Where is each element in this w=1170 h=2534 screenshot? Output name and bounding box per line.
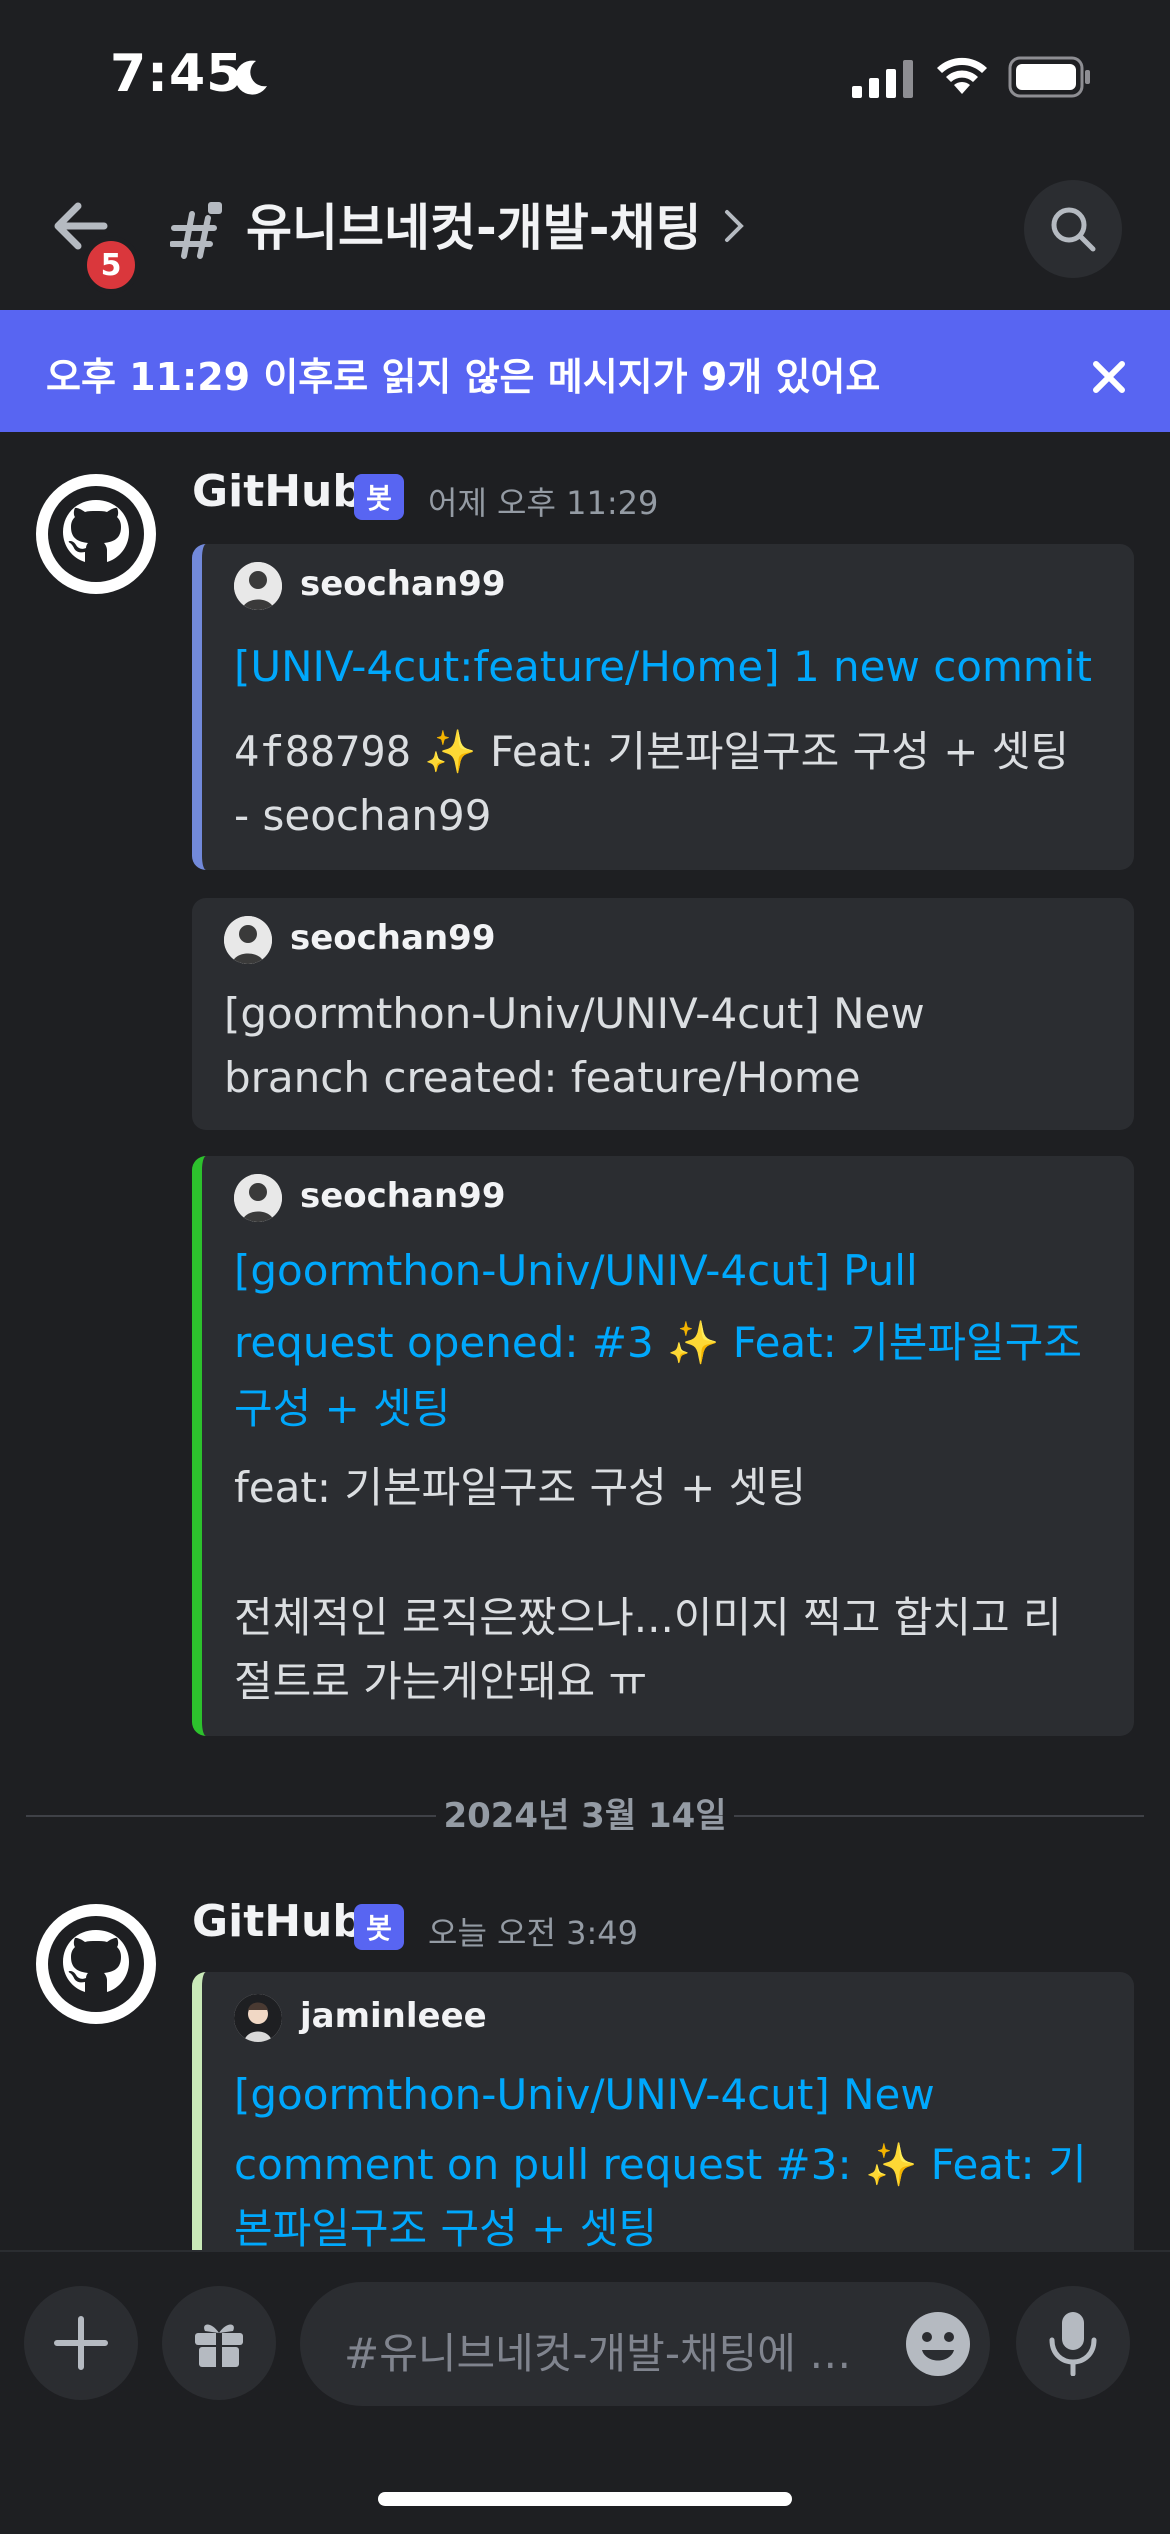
embed-title-link[interactable]: [UNIV-4cut:feature/Home] 1 new commit [234, 632, 1094, 702]
unread-badge: 5 [82, 236, 140, 294]
github-embed-commit: seochan99 [UNIV-4cut:feature/Home] 1 new… [192, 544, 1134, 870]
user-avatar-icon [234, 562, 282, 610]
message-author[interactable]: GitHub [192, 466, 364, 517]
bot-tag: 봇 [354, 1904, 404, 1950]
user-avatar-icon [234, 1174, 282, 1222]
github-avatar[interactable] [36, 1904, 156, 2024]
search-icon [1051, 207, 1096, 252]
embed-description-line: [goormthon-Univ/UNIV-4cut] New [224, 989, 925, 1038]
unread-banner-text: 오후 11:29 이후로 읽지 않은 메시지가 9개 있어요 [46, 355, 881, 399]
moon-icon [235, 60, 267, 95]
commit-line: 4f88798 ✨ Feat: 기본파일구조 구성 + 셋팅 [234, 720, 1114, 784]
date-divider: 2024년 3월 14일 [26, 1788, 1144, 1842]
channel-header: 5 유니브네컷-개발-채팅 [0, 150, 1170, 310]
message-timestamp: 어제 오후 11:29 [428, 484, 659, 522]
signal-icon [852, 60, 913, 98]
gift-icon [195, 2324, 243, 2367]
embed-author-name[interactable]: seochan99 [300, 564, 505, 604]
status-time: 7:45 [110, 44, 244, 104]
github-embed-branch: seochan99 [goormthon-Univ/UNIV-4cut] New… [192, 898, 1134, 1130]
date-divider-text: 2024년 3월 14일 [443, 1796, 727, 1836]
message-input-placeholder: #유니브네컷-개발-채팅에 메시지 보내기 [344, 2329, 864, 2378]
embed-title-link[interactable]: comment on pull request #3: ✨ Feat: 기 [234, 2130, 1094, 2200]
embed-author-avatar [234, 1174, 282, 1222]
user-avatar-icon [234, 1994, 282, 2042]
chevron-right-icon[interactable] [722, 206, 746, 246]
channel-title[interactable]: 유니브네컷-개발-채팅 [246, 188, 702, 260]
embed-description-line: branch created: feature/Home [224, 1053, 861, 1102]
embed-title-link[interactable]: [goormthon-Univ/UNIV-4cut] New [234, 2060, 1094, 2130]
search-button[interactable] [1024, 180, 1122, 278]
embed-description-line: feat: 기본파일구조 구성 + 셋팅 [234, 1463, 806, 1512]
message-input[interactable]: #유니브네컷-개발-채팅에 메시지 보내기 [300, 2282, 990, 2406]
embed-author-name[interactable]: seochan99 [290, 918, 495, 958]
wifi-icon [937, 57, 987, 94]
commit-author: - seochan99 [234, 791, 492, 840]
github-logo-icon [48, 1916, 144, 2012]
user-avatar-icon [224, 916, 272, 964]
home-indicator[interactable] [378, 2492, 792, 2506]
status-bar: 7:45 [0, 0, 1170, 150]
message-author[interactable]: GitHub [192, 1896, 364, 1947]
microphone-icon [1049, 2312, 1097, 2376]
github-embed-comment: jaminleee [goormthon-Univ/UNIV-4cut] New… [192, 1972, 1134, 2272]
plus-icon [54, 2316, 108, 2370]
commit-hash[interactable]: 4f88798 [234, 727, 411, 776]
close-icon[interactable] [1090, 358, 1128, 396]
unread-banner[interactable]: 오후 11:29 이후로 읽지 않은 메시지가 9개 있어요 [0, 310, 1170, 432]
embed-title-link[interactable]: [goormthon-Univ/UNIV-4cut] Pull [234, 1236, 1094, 1306]
embed-author-avatar [234, 1994, 282, 2042]
emoji-icon[interactable] [904, 2310, 972, 2378]
commit-message: ✨ Feat: 기본파일구조 구성 + 셋팅 [424, 727, 1070, 776]
embed-author-avatar [234, 562, 282, 610]
embed-title-link[interactable]: 구성 + 셋팅 [234, 1374, 1094, 1444]
hash-lock-icon [170, 202, 222, 259]
embed-author-name[interactable]: seochan99 [300, 1176, 505, 1216]
github-avatar[interactable] [36, 474, 156, 594]
battery-icon [1008, 56, 1090, 98]
embed-title-link[interactable]: request opened: #3 ✨ Feat: 기본파일구조 [234, 1308, 1094, 1378]
gift-button[interactable] [162, 2286, 276, 2400]
voice-message-button[interactable] [1016, 2286, 1130, 2400]
embed-author-avatar [224, 916, 272, 964]
github-logo-icon [48, 486, 144, 582]
bot-tag: 봇 [354, 474, 404, 520]
embed-author-name[interactable]: jaminleee [300, 1996, 487, 2036]
message-timestamp: 오늘 오전 3:49 [428, 1914, 638, 1952]
embed-description-line: 전체적인 로직은짰으나...이미지 찍고 합치고 리 [234, 1593, 1062, 1642]
embed-description-line: 절트로 가는게안돼요 ㅠ [234, 1657, 648, 1706]
add-attachment-button[interactable] [24, 2286, 138, 2400]
github-embed-pull-request: seochan99 [goormthon-Univ/UNIV-4cut] Pul… [192, 1156, 1134, 1736]
